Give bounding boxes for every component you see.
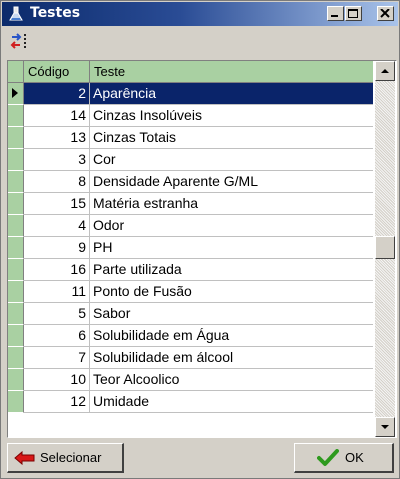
row-indicator[interactable] xyxy=(8,281,24,303)
sort-button[interactable] xyxy=(9,31,33,55)
scroll-thumb[interactable] xyxy=(375,236,395,259)
row-indicator[interactable] xyxy=(8,369,24,391)
cell-code[interactable]: 10 xyxy=(24,369,90,391)
table-row[interactable]: 13 Cinzas Totais xyxy=(8,127,373,149)
close-icon xyxy=(380,9,390,18)
row-indicator[interactable] xyxy=(8,347,24,369)
cell-code[interactable]: 15 xyxy=(24,193,90,215)
row-indicator[interactable] xyxy=(8,193,24,215)
table-row[interactable]: 5 Sabor xyxy=(8,303,373,325)
table-row[interactable]: 4 Odor xyxy=(8,215,373,237)
header-corner xyxy=(8,61,24,83)
cell-test-name[interactable]: Cor xyxy=(90,149,373,171)
row-indicator[interactable] xyxy=(8,105,24,127)
check-icon xyxy=(317,449,339,466)
row-indicator[interactable] xyxy=(8,325,24,347)
table-row[interactable]: 2 Aparência xyxy=(8,83,373,105)
table-row[interactable]: 6 Solubilidade em Água xyxy=(8,325,373,347)
cell-test-name[interactable]: Ponto de Fusão xyxy=(90,281,373,303)
table-row[interactable]: 14 Cinzas Insolúveis xyxy=(8,105,373,127)
scroll-up-button[interactable] xyxy=(375,61,395,81)
cell-code[interactable]: 14 xyxy=(24,105,90,127)
cell-code[interactable]: 11 xyxy=(24,281,90,303)
cell-test-name[interactable]: Sabor xyxy=(90,303,373,325)
current-row-arrow-icon xyxy=(12,88,18,98)
row-indicator[interactable] xyxy=(8,259,24,281)
row-indicator[interactable] xyxy=(8,303,24,325)
row-indicator[interactable] xyxy=(8,149,24,171)
flask-icon xyxy=(9,6,23,21)
cell-code[interactable]: 6 xyxy=(24,325,90,347)
minimize-button[interactable] xyxy=(327,6,344,21)
cell-test-name[interactable]: Aparência xyxy=(90,83,373,105)
row-indicator[interactable] xyxy=(8,391,24,413)
row-indicator[interactable] xyxy=(8,83,24,105)
table-row[interactable]: 3 Cor xyxy=(8,149,373,171)
cell-test-name[interactable]: Densidade Aparente G/ML xyxy=(90,171,373,193)
cell-code[interactable]: 4 xyxy=(24,215,90,237)
cell-test-name[interactable]: Solubilidade em Água xyxy=(90,325,373,347)
maximize-button[interactable] xyxy=(345,6,362,21)
column-header-test[interactable]: Teste xyxy=(90,61,373,83)
arrow-down-icon xyxy=(381,425,389,429)
column-header-code[interactable]: Código xyxy=(24,61,90,83)
cell-code[interactable]: 12 xyxy=(24,391,90,413)
sort-icon xyxy=(10,33,26,49)
cell-test-name[interactable]: Solubilidade em álcool xyxy=(90,347,373,369)
table-row[interactable]: 15 Matéria estranha xyxy=(8,193,373,215)
arrow-left-icon xyxy=(14,451,35,465)
cell-test-name[interactable]: Teor Alcoolico xyxy=(90,369,373,391)
table-row[interactable]: 11 Ponto de Fusão xyxy=(8,281,373,303)
ok-button[interactable]: OK xyxy=(294,443,394,473)
window-title: Testes xyxy=(30,5,81,21)
table-row[interactable]: 10 Teor Alcoolico xyxy=(8,369,373,391)
select-button-label: Selecionar xyxy=(40,450,102,465)
table-row[interactable]: 16 Parte utilizada xyxy=(8,259,373,281)
cell-test-name[interactable]: Parte utilizada xyxy=(90,259,373,281)
ok-button-label: OK xyxy=(345,450,364,465)
cell-test-name[interactable]: Matéria estranha xyxy=(90,193,373,215)
cell-code[interactable]: 3 xyxy=(24,149,90,171)
minimize-icon xyxy=(331,15,338,17)
table-row[interactable]: 12 Umidade xyxy=(8,391,373,413)
cell-code[interactable]: 8 xyxy=(24,171,90,193)
row-indicator[interactable] xyxy=(8,127,24,149)
select-button[interactable]: Selecionar xyxy=(7,443,124,473)
close-button[interactable] xyxy=(377,6,394,21)
cell-code[interactable]: 9 xyxy=(24,237,90,259)
cell-test-name[interactable]: PH xyxy=(90,237,373,259)
tests-grid[interactable]: Código Teste 2 Aparência 14 Cinzas Insolúve… xyxy=(7,60,397,438)
cell-code[interactable]: 13 xyxy=(24,127,90,149)
row-indicator[interactable] xyxy=(8,171,24,193)
title-bar[interactable]: Testes xyxy=(2,2,398,26)
dialog-window: Testes Código Teste 2 Aparência 14 Cinzas I… xyxy=(0,0,400,479)
row-indicator[interactable] xyxy=(8,237,24,259)
maximize-icon xyxy=(348,9,358,18)
cell-code[interactable]: 5 xyxy=(24,303,90,325)
table-row[interactable]: 7 Solubilidade em álcool xyxy=(8,347,373,369)
table-row[interactable]: 8 Densidade Aparente G/ML xyxy=(8,171,373,193)
vertical-scrollbar[interactable] xyxy=(375,61,395,437)
cell-code[interactable]: 2 xyxy=(24,83,90,105)
row-indicator[interactable] xyxy=(8,215,24,237)
cell-test-name[interactable]: Cinzas Totais xyxy=(90,127,373,149)
cell-code[interactable]: 16 xyxy=(24,259,90,281)
cell-test-name[interactable]: Cinzas Insolúveis xyxy=(90,105,373,127)
cell-code[interactable]: 7 xyxy=(24,347,90,369)
cell-test-name[interactable]: Umidade xyxy=(90,391,373,413)
scroll-down-button[interactable] xyxy=(375,417,395,437)
arrow-up-icon xyxy=(381,69,389,73)
cell-test-name[interactable]: Odor xyxy=(90,215,373,237)
table-row[interactable]: 9 PH xyxy=(8,237,373,259)
